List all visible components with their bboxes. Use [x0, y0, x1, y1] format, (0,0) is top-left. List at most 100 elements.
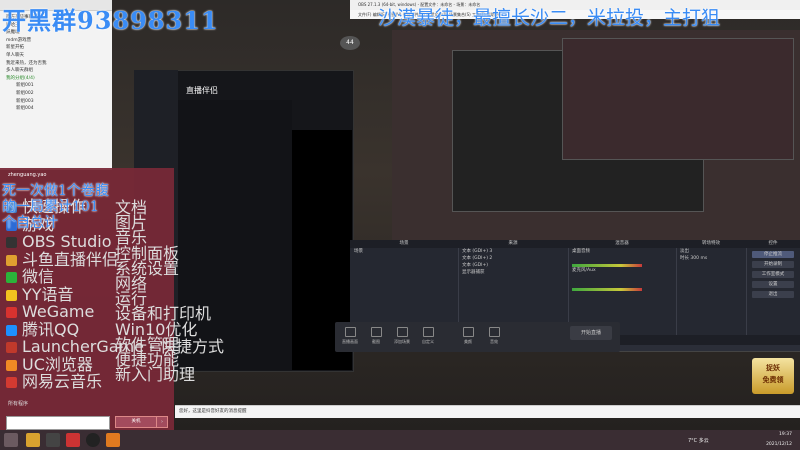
start-menu-right-column: 文档 图片 音乐 控制面板 系统设置 网络 运行 设备和打印机 Win10优化 软件管理 便捷功能新… — [115, 199, 211, 382]
chat-list-item[interactable]: 单人聊天 — [2, 52, 110, 60]
shutdown-options-arrow[interactable]: › — [156, 416, 168, 428]
stop-streaming-button[interactable]: 停止推流 — [752, 251, 794, 258]
toolbar-item-label: 截图 — [372, 339, 380, 344]
scenes-dock: 场景 场景 — [350, 240, 459, 335]
toolbar-item[interactable]: 截图 — [365, 327, 387, 345]
desktop-audio-meter — [572, 264, 642, 267]
nested-preview-frame-2 — [562, 38, 794, 160]
start-recording-button[interactable]: 开始录制 — [752, 261, 794, 268]
transitions-dock: 转场特效 淡出 时长 300 ms — [676, 240, 747, 335]
toolbar-item[interactable]: 自定义 — [417, 327, 439, 345]
app-icon — [6, 289, 17, 301]
scene-item[interactable]: 场景 — [350, 248, 458, 255]
start-menu-app-label: 微信 — [22, 267, 55, 286]
start-menu-app-label: YY语音 — [22, 284, 74, 304]
controls-dock: 控件 停止推流 开始录制 工作室模式 设置 退出 — [746, 240, 800, 335]
toolbar-item[interactable]: 美颜 — [457, 327, 479, 345]
controls-dock-header: 控件 — [746, 240, 800, 248]
app-icon — [6, 342, 17, 353]
transitions-dock-header: 转场特效 — [676, 240, 746, 248]
start-menu-app-label: UC浏览器 — [22, 354, 93, 374]
app-taskbar-icon[interactable] — [46, 433, 60, 447]
chat-list-item[interactable]: 新组003 — [2, 98, 110, 106]
overlay-line: 的一局累计101 — [2, 199, 99, 215]
toolbar-item[interactable]: 添加场景 — [391, 327, 413, 345]
toolbar-item[interactable]: 音效 — [483, 327, 505, 345]
add-scene-icon — [396, 327, 408, 337]
weather-widget[interactable]: 7°C 多云 — [688, 437, 709, 444]
source-item[interactable]: 显示器捕获 — [458, 269, 568, 276]
badge-line: 捉妖 — [766, 364, 780, 372]
app-icon — [6, 237, 17, 248]
app-taskbar-icon[interactable] — [66, 433, 80, 447]
chat-list-item[interactable]: 我近来热，还为否我 — [2, 60, 110, 68]
start-menu-right-item[interactable]: 新入门助理 — [115, 366, 195, 382]
toolbar-item-label: 直播画面 — [342, 339, 358, 344]
transition-select[interactable]: 淡出 — [676, 248, 746, 255]
overlay-line: 个自总计 — [2, 215, 58, 231]
mixer-channel-label: 麦克风/Aux — [572, 268, 596, 273]
start-menu-app-label: 腾讯QQ — [22, 319, 80, 339]
badge-line: 免费领 — [762, 376, 784, 384]
mic-audio-meter — [572, 288, 642, 291]
chat-list-item[interactable]: 新组001 — [2, 82, 110, 90]
source-item[interactable]: 文本 (GDI+) 3 — [458, 248, 568, 255]
all-programs-link[interactable]: 所有程序 — [8, 400, 28, 407]
screen-icon — [344, 327, 356, 337]
clock-date: 2021/12/12 — [766, 442, 792, 447]
chat-list-item[interactable]: 新组004 — [2, 105, 110, 113]
live-companion-logo: 直播伴侣 — [186, 86, 218, 95]
obs-preview-canvas[interactable] — [392, 30, 800, 240]
chat-list-item[interactable]: 新星开拓 — [2, 44, 110, 52]
scenes-dock-header: 场景 — [350, 240, 458, 248]
clock-time: 19:37 — [779, 432, 792, 437]
app-icon — [6, 254, 17, 266]
chat-list-item[interactable]: 新组002 — [2, 90, 110, 98]
start-search-input[interactable] — [6, 416, 110, 430]
overlay-streamer-slogan: 沙漠暴徒，最擅长沙二，米拉投，主打狙 — [378, 7, 721, 29]
app-icon — [6, 272, 17, 283]
start-menu-username[interactable]: zhenguang.yao — [8, 172, 46, 178]
toolbar-item-label: 美颜 — [464, 339, 472, 344]
taskbar — [0, 430, 800, 450]
beauty-icon — [462, 327, 474, 337]
obs-taskbar-icon[interactable] — [86, 433, 100, 447]
exit-button[interactable]: 退出 — [752, 291, 794, 298]
chat-list-item[interactable]: 多人聊天群组 — [2, 67, 110, 75]
fps-badge: 44 — [340, 36, 360, 50]
app-taskbar-icon[interactable] — [106, 433, 120, 447]
obs-docks: 场景 场景 来源 文本 (GDI+) 3 文本 (GDI+) 2 文本 (GDI… — [350, 240, 800, 335]
source-item[interactable]: 文本 (GDI+) 2 — [458, 255, 568, 262]
source-item[interactable]: 文本 (GDI+) — [458, 262, 568, 269]
start-menu-app-label: WeGame — [22, 302, 95, 321]
overlay-line: 死一次做1个卷腹 — [2, 183, 109, 199]
toolbar-item-label: 添加场景 — [394, 339, 410, 344]
chat-notification-strip[interactable]: 您好，这里是抖音好友的消息提醒 — [175, 405, 800, 418]
overlay-challenge-text: 死一次做1个卷腹 的一局累计101 个自总计 — [2, 183, 109, 231]
start-menu-app[interactable]: 网易云音乐 — [6, 374, 111, 393]
chat-list-item[interactable]: 我的分组(4/4) — [2, 75, 110, 83]
app-icon — [6, 324, 17, 336]
custom-icon — [422, 327, 434, 337]
windows-start-icon[interactable] — [4, 433, 18, 447]
shutdown-button[interactable]: 关机 — [115, 416, 157, 428]
app-taskbar-icon[interactable] — [26, 433, 40, 447]
sound-effect-icon — [488, 327, 500, 337]
sources-dock: 来源 文本 (GDI+) 3 文本 (GDI+) 2 文本 (GDI+) 显示器… — [458, 240, 569, 335]
mixer-dock-header: 混音器 — [568, 240, 676, 248]
toolbar-item-label: 自定义 — [422, 339, 434, 344]
chat-list-item[interactable]: mdm游戏营 — [2, 37, 110, 45]
system-clock[interactable]: 19:37 2021/12/12 — [766, 430, 792, 450]
game-promo-badge[interactable]: 捉妖 免费领 — [752, 358, 794, 394]
studio-mode-button[interactable]: 工作室模式 — [752, 271, 794, 278]
mixer-dock: 混音器 桌面音频 麦克风/Aux — [568, 240, 677, 335]
sources-dock-header: 来源 — [458, 240, 568, 248]
toolbar-item-label: 音效 — [490, 339, 498, 344]
toolbar-item[interactable]: 直播画面 — [339, 327, 361, 345]
start-menu-app-label: 斗鱼直播伴侣 — [22, 249, 119, 269]
start-live-button[interactable]: 开始直播 — [570, 326, 612, 340]
settings-button[interactable]: 设置 — [752, 281, 794, 288]
start-menu-app-label: OBS Studio — [22, 232, 112, 251]
app-icon — [6, 359, 17, 371]
transition-duration[interactable]: 时长 300 ms — [676, 255, 746, 262]
